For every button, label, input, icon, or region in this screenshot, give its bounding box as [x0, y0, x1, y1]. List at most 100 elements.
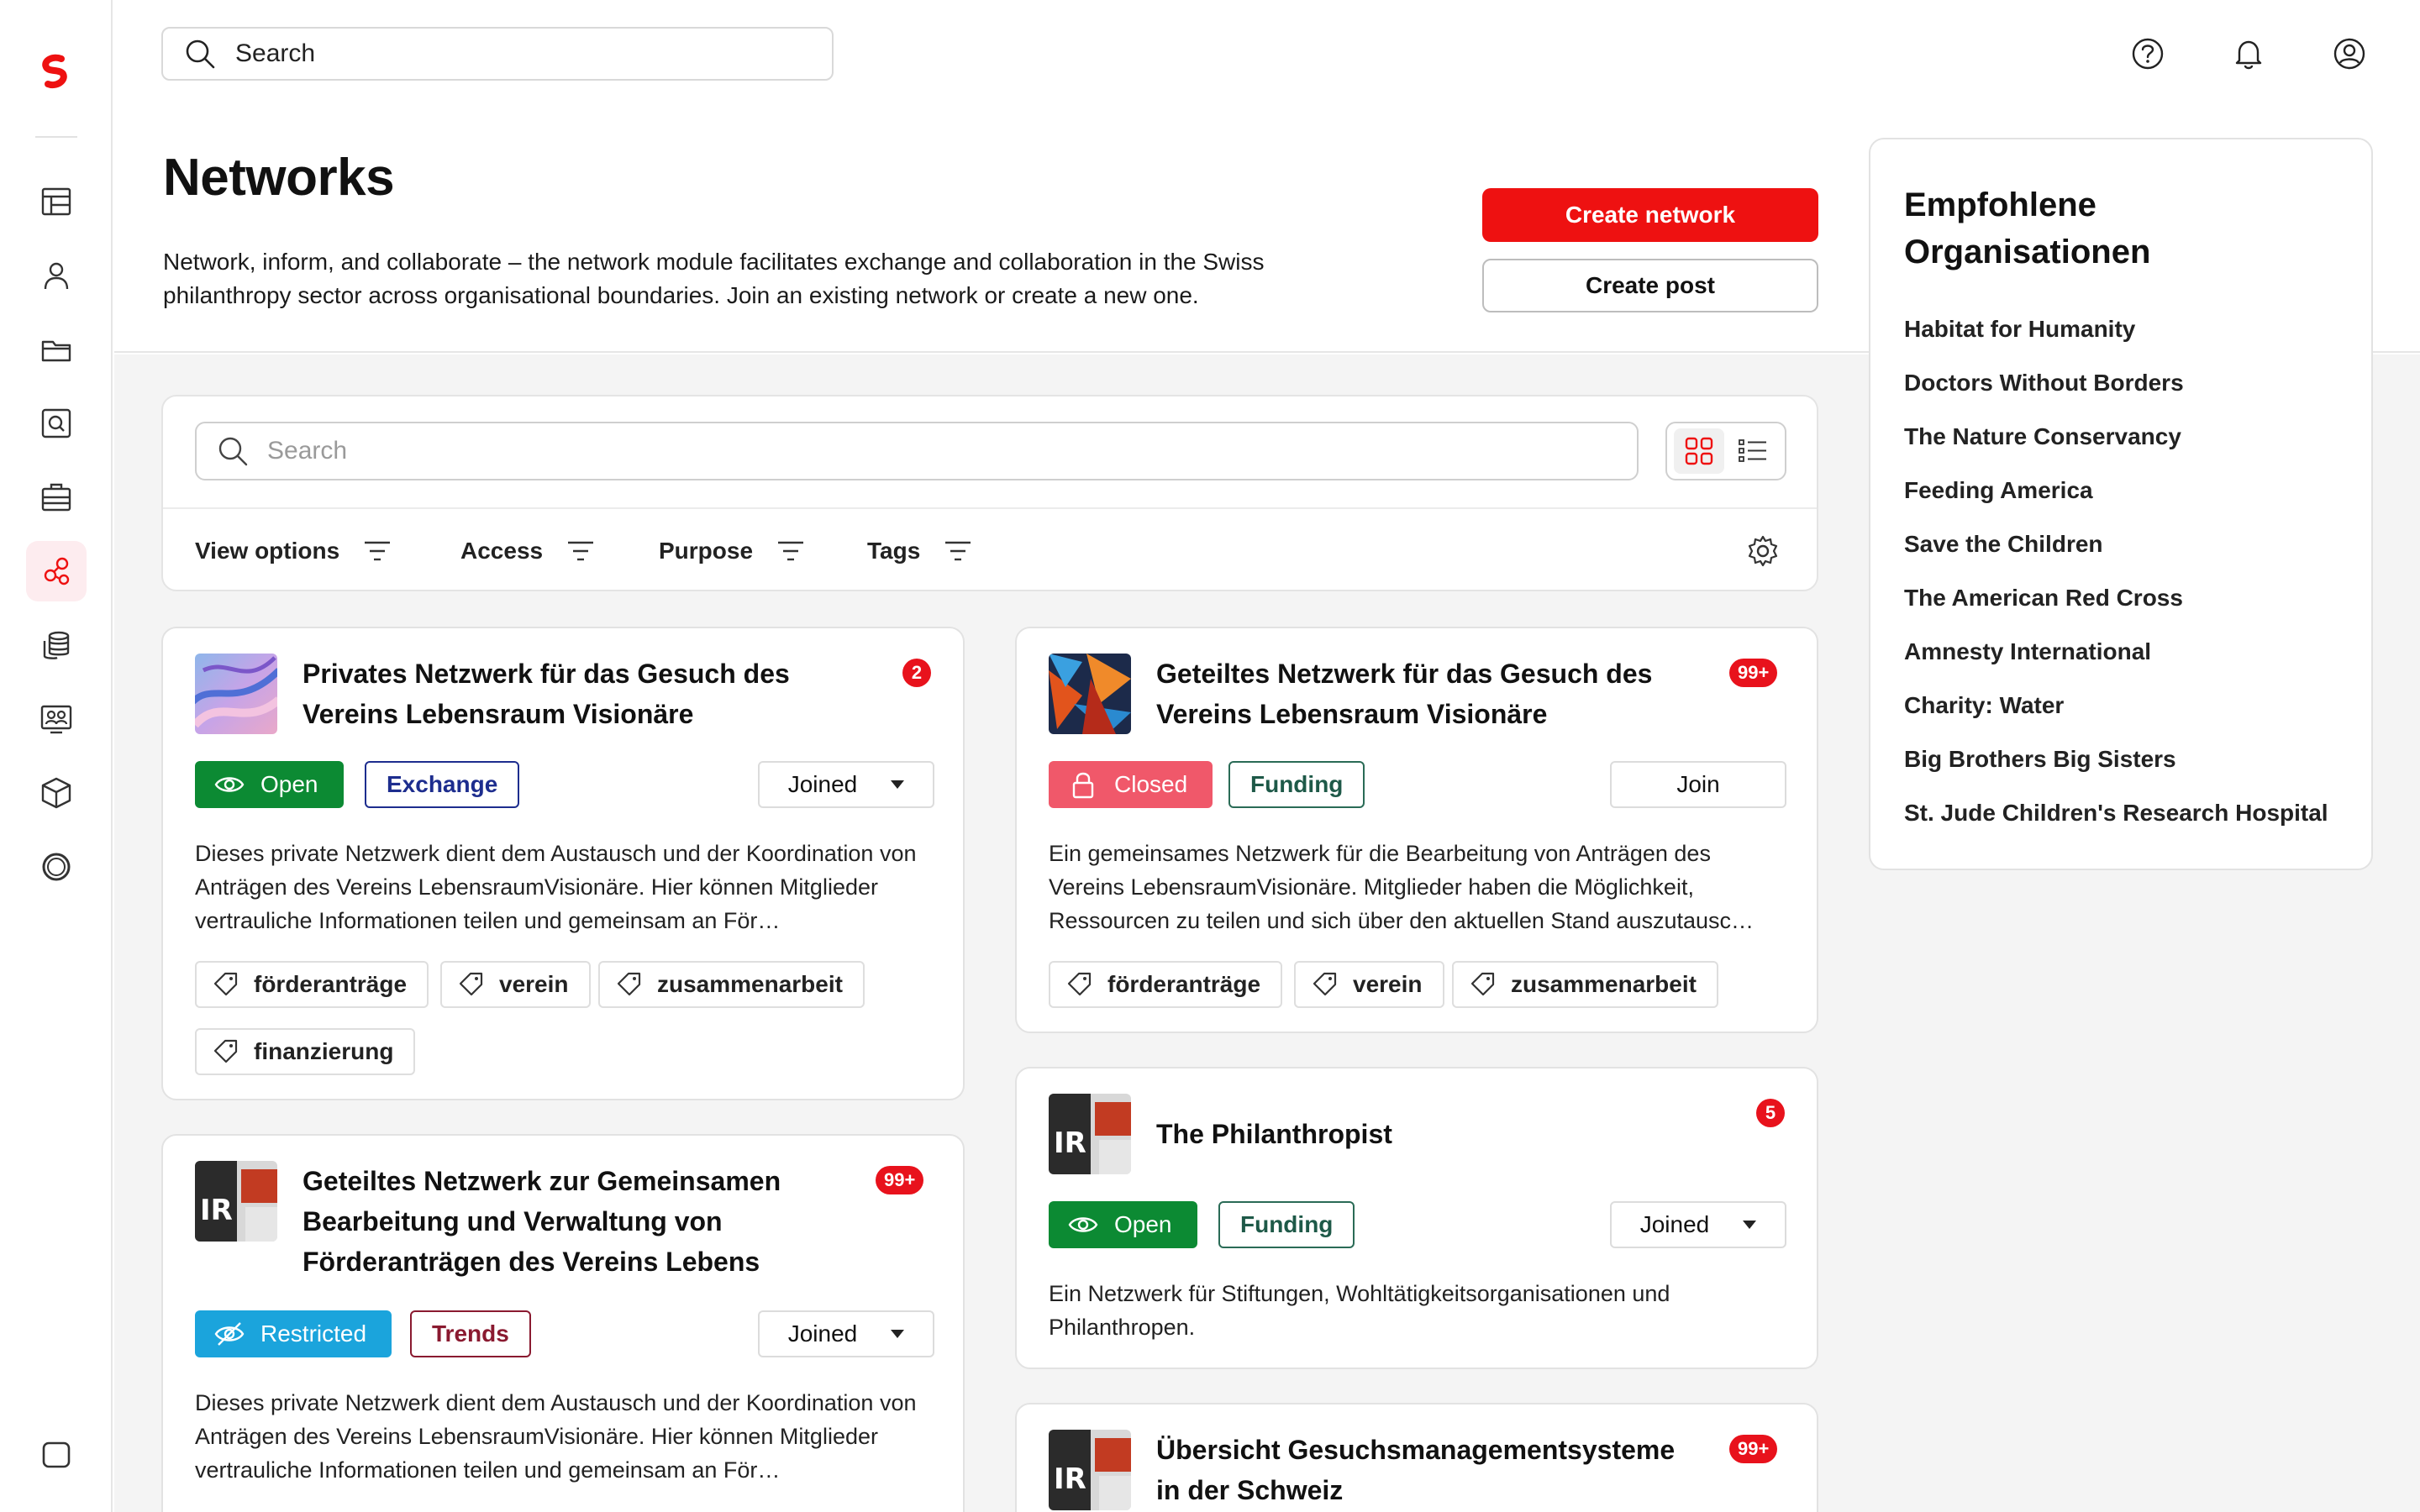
purpose-badge: Exchange [365, 761, 520, 808]
tag-chip[interactable]: förderanträge [1049, 961, 1283, 1008]
tag-chip[interactable]: zusammenarbeit [1452, 961, 1718, 1008]
purpose-badge: Trends [410, 1310, 531, 1357]
membership-dropdown[interactable]: Joined [758, 761, 934, 808]
network-icon [44, 557, 70, 585]
network-card-description: Ein gemeinsames Netzwerk für die Bearbei… [1049, 841, 1754, 933]
chevron-down-icon [891, 1330, 905, 1338]
network-card-title: Privates Netzwerk für das Gesuch des Ver… [302, 659, 790, 729]
filter-tags[interactable]: Tags [867, 531, 974, 571]
access-label: Restricted [260, 1320, 367, 1347]
sidebar-item-explore[interactable] [26, 837, 87, 897]
network-card[interactable]: IR Übersicht Gesuchsmanagementsysteme in… [1015, 1403, 1818, 1512]
org-link[interactable]: Save the Children [1904, 531, 2103, 558]
folder-icon [41, 340, 71, 362]
filter-icon [365, 541, 391, 561]
org-link[interactable]: Amnesty International [1904, 638, 2151, 665]
filter-icon [778, 541, 804, 561]
chevron-down-icon [1743, 1221, 1757, 1229]
tag-label: finanzierung [254, 1038, 394, 1064]
filter-purpose[interactable]: Purpose [659, 531, 807, 571]
org-link[interactable]: Habitat for Humanity [1904, 316, 2135, 343]
global-search-placeholder: Search [235, 39, 316, 67]
membership-label: Joined [1639, 1211, 1710, 1237]
sidebar-item-contacts[interactable] [26, 245, 87, 306]
global-search-input[interactable]: Search [161, 27, 834, 81]
top-bar: Search [114, 0, 2420, 109]
network-card[interactable]: Geteiltes Netzwerk für das Gesuch des Ve… [1015, 627, 1818, 1033]
join-button[interactable]: Join [1610, 761, 1786, 808]
chevron-down-icon [891, 780, 905, 789]
network-card-title: The Philanthropist [1156, 1119, 1392, 1149]
network-search-field[interactable] [195, 422, 1639, 480]
network-card[interactable]: IR The Philanthropist 5 Open Funding Joi… [1015, 1067, 1818, 1369]
cube-icon [41, 777, 71, 809]
membership-label: Joined [787, 1320, 858, 1347]
people-board-icon [40, 705, 72, 734]
svg-text:IR: IR [200, 1194, 233, 1227]
notifications-bell-icon[interactable] [2230, 35, 2267, 72]
tag-chip[interactable]: verein [1294, 961, 1444, 1008]
tag-chip[interactable]: finanzierung [195, 1028, 416, 1075]
org-link[interactable]: Feeding America [1904, 477, 2093, 504]
tag-icon [213, 1039, 238, 1063]
sidebar-toggle[interactable] [26, 1425, 87, 1485]
network-card[interactable]: IR Geteiltes Netzwerk zur Gemeinsamen Be… [161, 1134, 965, 1512]
sidebar-item-files[interactable] [26, 319, 87, 380]
recommended-organisations-panel: Empfohlene Organisationen Habitat for Hu… [1869, 138, 2373, 870]
eye-off-icon [214, 1322, 245, 1346]
membership-label: Joined [787, 771, 858, 797]
membership-dropdown[interactable]: Joined [758, 1310, 934, 1357]
panel-title: Empfohlene Organisationen [1904, 186, 2151, 270]
tag-label: zusammenarbeit [657, 971, 843, 997]
access-label: Closed [1114, 771, 1188, 797]
tag-chip[interactable]: verein [440, 961, 591, 1008]
network-card[interactable]: Privates Netzwerk für das Gesuch des Ver… [161, 627, 965, 1100]
purpose-badge: Funding [1228, 761, 1365, 808]
settings-gear-icon[interactable] [1744, 533, 1781, 570]
tag-label: förderanträge [254, 971, 408, 997]
membership-dropdown[interactable]: Joined [1610, 1201, 1786, 1248]
ring-icon [42, 853, 71, 881]
network-card-description: Dieses private Netzwerk dient dem Austau… [195, 841, 917, 933]
coins-icon [43, 631, 70, 659]
sidebar-item-modules[interactable] [26, 763, 87, 823]
sidebar-item-meetings[interactable] [26, 689, 87, 749]
sidebar-item-projects[interactable] [26, 467, 87, 528]
grid-view-button[interactable] [1674, 428, 1724, 474]
org-link[interactable]: St. Jude Children's Research Hospital [1904, 800, 2328, 827]
org-link[interactable]: Charity: Water [1904, 692, 2064, 719]
sidebar-item-dashboard[interactable] [26, 171, 87, 232]
tag-icon [1313, 972, 1337, 996]
org-link[interactable]: The American Red Cross [1904, 585, 2183, 612]
filter-label: View options [195, 538, 340, 564]
filter-view-options[interactable]: View options [195, 531, 393, 571]
app-logo-icon[interactable] [36, 54, 78, 89]
sidebar-item-networks[interactable] [26, 541, 87, 601]
tag-chip[interactable]: zusammenarbeit [598, 961, 865, 1008]
network-card-description: Dieses private Netzwerk dient dem Austau… [195, 1390, 917, 1483]
list-view-button[interactable] [1728, 428, 1778, 474]
network-thumbnail: IR [195, 1161, 277, 1242]
svg-text:IR: IR [1054, 1462, 1086, 1496]
lock-icon [1072, 772, 1094, 799]
create-post-button[interactable]: Create post [1482, 259, 1818, 312]
access-badge-closed: Closed [1049, 761, 1213, 808]
tag-chip[interactable]: förderanträge [195, 961, 429, 1008]
org-link[interactable]: The Nature Conservancy [1904, 423, 2181, 450]
org-link[interactable]: Big Brothers Big Sisters [1904, 746, 2176, 773]
filter-label: Access [460, 538, 544, 564]
unread-count-badge: 99+ [876, 1166, 924, 1194]
user-icon [44, 262, 69, 290]
network-thumbnail: IR [1049, 1430, 1131, 1510]
create-network-button[interactable]: Create network [1482, 188, 1818, 242]
sidebar [0, 0, 113, 1512]
account-icon[interactable] [2331, 35, 2368, 72]
sidebar-item-search[interactable] [26, 393, 87, 454]
page-title: Networks [163, 149, 395, 207]
help-icon[interactable] [2129, 35, 2166, 72]
network-thumbnail [1049, 654, 1131, 734]
org-link[interactable]: Doctors Without Borders [1904, 370, 2184, 396]
filter-access[interactable]: Access [460, 531, 597, 571]
sidebar-item-finances[interactable] [26, 615, 87, 675]
network-search-input[interactable] [267, 437, 1528, 465]
